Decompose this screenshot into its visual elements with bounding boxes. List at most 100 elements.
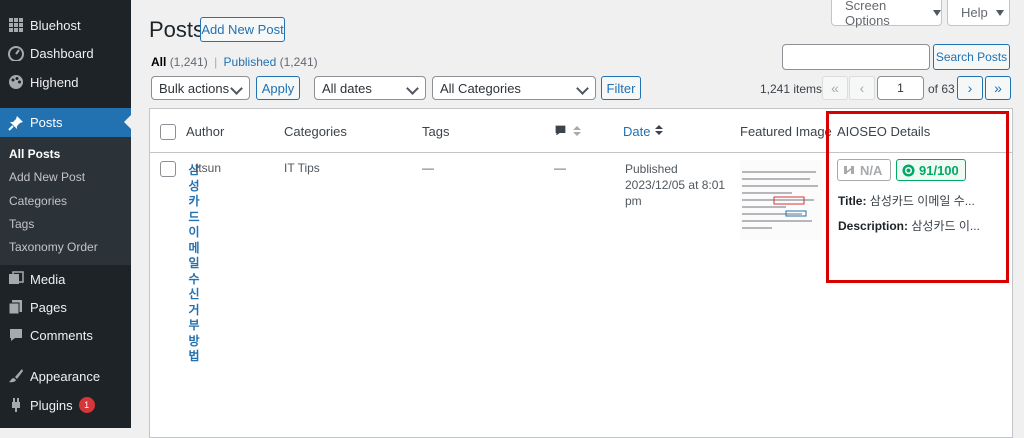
sort-icon xyxy=(655,124,664,139)
plugins-update-badge: 1 xyxy=(78,397,95,413)
apply-button[interactable]: Apply xyxy=(256,76,300,100)
add-new-post-button[interactable]: Add New Post xyxy=(200,17,285,42)
post-comments: — xyxy=(554,161,566,175)
post-title-char[interactable]: 부 xyxy=(186,316,202,333)
menu-highend[interactable]: Highend xyxy=(0,68,131,96)
menu-label: Posts xyxy=(30,115,63,130)
plug-icon xyxy=(8,397,24,413)
thumbnail-image xyxy=(740,160,822,240)
post-title-char[interactable]: 거 xyxy=(186,301,202,318)
date-filter-value: All dates xyxy=(322,80,372,96)
menu-label: Plugins xyxy=(30,397,73,413)
menu-posts[interactable]: Posts xyxy=(0,108,131,137)
post-status: Published xyxy=(625,162,678,176)
post-title-char[interactable]: 이 xyxy=(186,223,202,240)
media-icon xyxy=(8,271,24,287)
select-all-checkbox[interactable] xyxy=(160,124,176,140)
help-label: Help xyxy=(961,5,988,20)
grid-icon xyxy=(8,17,24,33)
post-title-char[interactable]: 방 xyxy=(186,332,202,349)
na-label: N/A xyxy=(860,162,883,178)
view-all-link[interactable]: All xyxy=(151,55,166,69)
items-count: 1,241 items xyxy=(760,82,823,96)
seo-score: 91/100 xyxy=(919,162,959,178)
prev-page-button[interactable]: ‹ xyxy=(849,76,875,100)
post-date: Published 2023/12/05 at 8:01 pm xyxy=(625,161,725,209)
post-title-char[interactable]: 법 xyxy=(186,347,202,364)
post-author[interactable]: ttsun xyxy=(195,161,221,175)
post-tags: — xyxy=(422,161,434,175)
truseo-na-badge[interactable]: N/A xyxy=(837,159,891,181)
screen-options-label: Screen Options xyxy=(845,0,890,28)
score-icon xyxy=(902,163,915,177)
seo-description-value[interactable]: 삼성카드 이... xyxy=(911,219,980,233)
submenu-add-new-post[interactable]: Add New Post xyxy=(9,170,85,184)
submenu-taxonomy-order[interactable]: Taxonomy Order xyxy=(9,240,98,254)
column-date[interactable]: Date xyxy=(623,124,664,139)
post-title-char[interactable]: 메 xyxy=(186,239,202,256)
post-date-suffix: pm xyxy=(625,194,642,208)
truseo-icon xyxy=(843,164,855,176)
featured-image-thumbnail[interactable] xyxy=(740,160,822,240)
post-title-char[interactable]: 성 xyxy=(186,177,202,194)
post-title-char[interactable]: 수 xyxy=(186,270,202,287)
chevron-down-icon xyxy=(406,82,419,95)
post-title-char[interactable]: 카 xyxy=(186,192,202,209)
row-checkbox[interactable] xyxy=(160,161,176,177)
menu-media[interactable]: Media xyxy=(0,265,131,293)
seo-description-label: Description: xyxy=(838,219,909,233)
column-author[interactable]: Author xyxy=(186,124,224,139)
first-page-button[interactable]: « xyxy=(822,76,848,100)
column-comments[interactable] xyxy=(554,124,581,140)
menu-label: Dashboard xyxy=(30,45,94,61)
menu-label: Highend xyxy=(30,74,79,90)
post-title-char[interactable]: 일 xyxy=(186,254,202,271)
pin-icon xyxy=(8,115,24,131)
help-button[interactable]: Help xyxy=(947,0,1010,26)
category-filter-select[interactable]: All Categories xyxy=(432,76,596,100)
aioseo-details-highlight: N/A 91/100 Title: 삼성카드 이메일 수... Descript… xyxy=(826,111,1009,283)
palette-icon xyxy=(8,74,24,90)
menu-bluehost[interactable]: Bluehost xyxy=(0,11,131,39)
bulk-actions-select[interactable]: Bulk actions xyxy=(151,76,250,100)
current-page-input[interactable]: 1 xyxy=(877,76,924,100)
sort-icon xyxy=(573,125,581,140)
total-pages: of 63 xyxy=(928,82,955,96)
chevron-down-icon xyxy=(230,82,243,95)
view-published-link[interactable]: Published xyxy=(224,55,277,69)
seo-score-badge[interactable]: 91/100 xyxy=(896,159,966,181)
brush-icon xyxy=(8,368,24,384)
column-tags: Tags xyxy=(422,124,450,139)
search-posts-button[interactable]: Search Posts xyxy=(933,44,1010,70)
menu-label: Comments xyxy=(30,327,93,343)
caret-down-icon xyxy=(995,9,1004,16)
post-title-char[interactable]: 드 xyxy=(186,208,202,225)
last-page-button[interactable]: » xyxy=(985,76,1011,100)
column-featured-image: Featured Image xyxy=(740,124,832,139)
menu-comments[interactable]: Comments xyxy=(0,321,131,349)
comment-icon xyxy=(8,327,24,343)
date-filter-select[interactable]: All dates xyxy=(314,76,426,100)
menu-dashboard[interactable]: Dashboard xyxy=(0,39,131,67)
menu-plugins[interactable]: Plugins 1 xyxy=(0,391,131,419)
menu-pages[interactable]: Pages xyxy=(0,293,131,321)
submenu-categories[interactable]: Categories xyxy=(9,194,67,208)
screen-options-button[interactable]: Screen Options xyxy=(831,0,942,28)
view-published-count: (1,241) xyxy=(279,55,318,69)
seo-title-value[interactable]: 삼성카드 이메일 수... xyxy=(870,194,975,208)
submenu-all-posts[interactable]: All Posts xyxy=(9,147,60,161)
post-title-char[interactable]: 신 xyxy=(186,285,202,302)
menu-label: Appearance xyxy=(30,368,101,384)
filter-button[interactable]: Filter xyxy=(601,76,641,100)
admin-sidebar: Bluehost Dashboard Highend Posts All Pos… xyxy=(0,0,131,428)
pages-icon xyxy=(8,299,24,315)
seo-title-row: Title: 삼성카드 이메일 수... xyxy=(838,192,975,209)
view-all-count: (1,241) xyxy=(169,55,208,69)
page-title: Posts xyxy=(149,17,205,42)
submenu-tags[interactable]: Tags xyxy=(9,217,34,231)
search-input[interactable] xyxy=(782,44,930,70)
menu-appearance[interactable]: Appearance xyxy=(0,362,131,390)
post-status-views: All (1,241) | Published (1,241) xyxy=(151,55,318,69)
post-category[interactable]: IT Tips xyxy=(284,161,320,175)
next-page-button[interactable]: › xyxy=(957,76,983,100)
